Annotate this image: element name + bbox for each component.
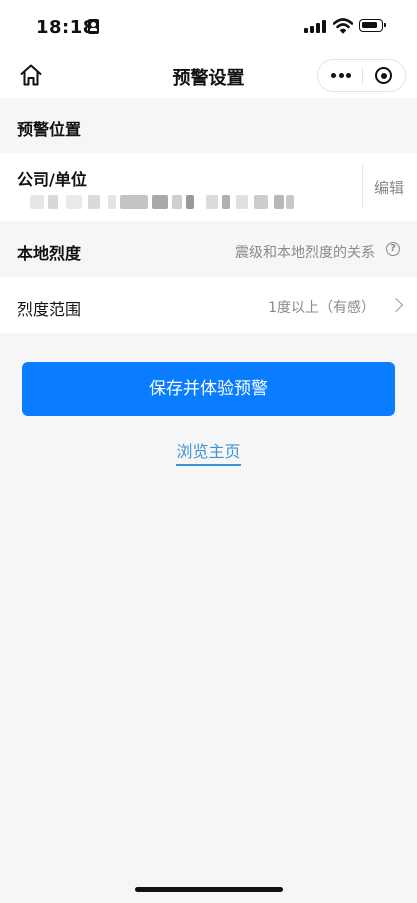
home-indicator [135,887,283,892]
browse-home-link[interactable]: 浏览主页 [0,438,417,462]
browse-link-underline [176,464,241,466]
mini-program-capsule [317,59,406,92]
signal-icon [304,20,326,33]
nav-bar: 预警设置 [0,54,417,98]
intensity-section-header: 本地烈度 震级和本地烈度的关系 ? [0,221,417,277]
wifi-icon [333,18,353,34]
row-divider [362,165,363,209]
target-icon[interactable] [375,67,392,84]
id-card-icon [88,19,99,34]
intensity-range-value: 1度以上（有感） [268,300,375,316]
more-icon[interactable] [331,73,351,79]
company-row: 公司/单位 编辑 [0,153,417,221]
chevron-right-icon [388,297,404,313]
status-bar: 18:18 [0,0,417,54]
intensity-help-text[interactable]: 震级和本地烈度的关系 [235,242,375,262]
save-and-try-button[interactable]: 保存并体验预警 [22,362,395,416]
edit-button[interactable]: 编辑 [374,177,404,198]
location-section-header: 预警位置 [0,98,417,153]
status-time: 18:18 [36,17,96,38]
capsule-divider [362,68,363,84]
intensity-range-label: 烈度范围 [17,300,82,319]
intensity-section-label: 本地烈度 [17,244,82,263]
intensity-range-row[interactable]: 烈度范围 1度以上（有感） [0,277,417,333]
battery-icon [359,19,386,32]
company-label: 公司/单位 [17,170,87,189]
location-section-label: 预警位置 [17,120,82,139]
question-circle-icon[interactable]: ? [386,242,400,256]
